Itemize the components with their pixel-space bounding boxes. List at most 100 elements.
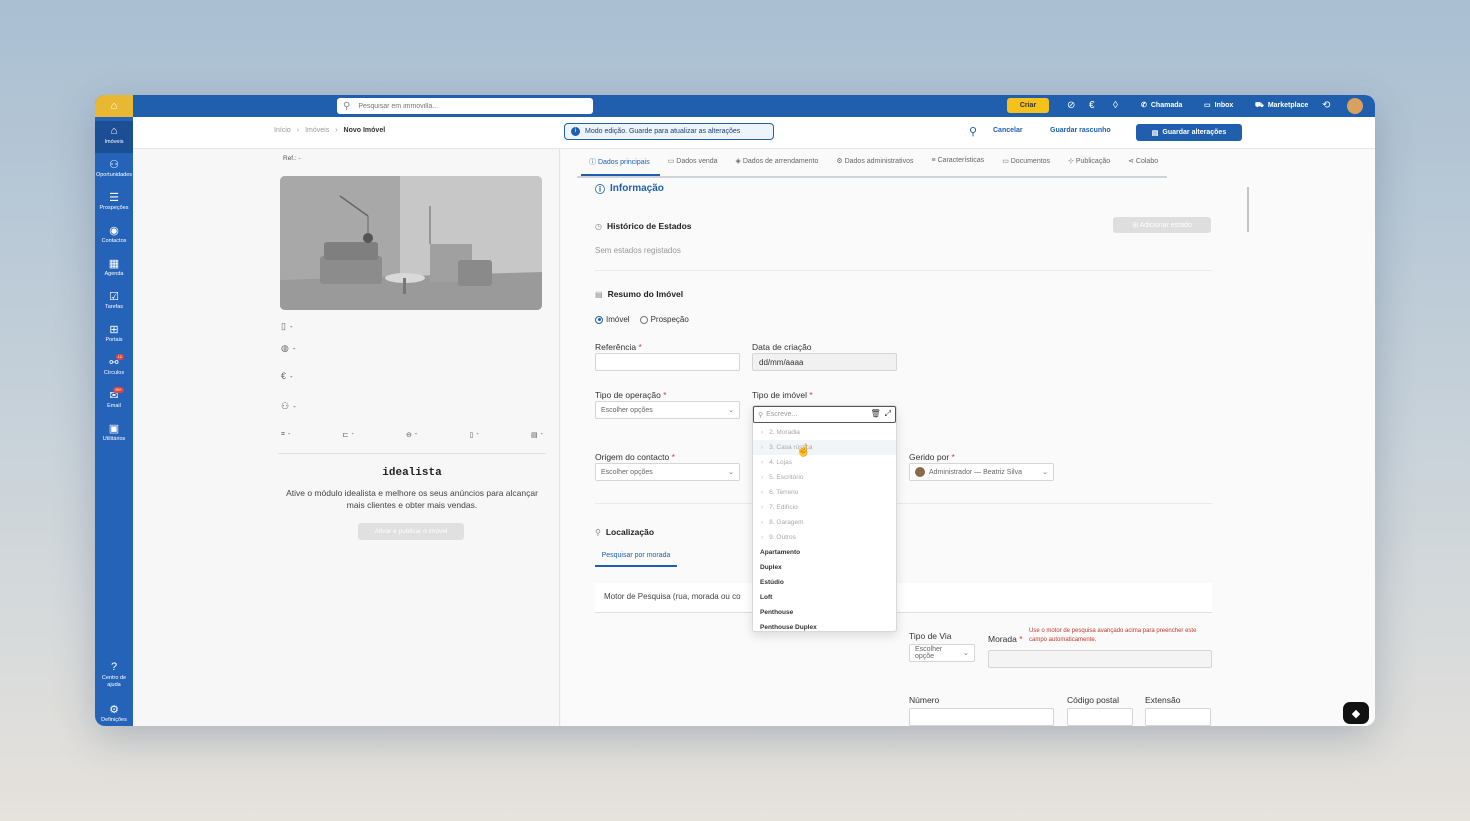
- sidebar-item-tarefas[interactable]: ☑ Tarefas: [95, 286, 133, 318]
- global-search-input[interactable]: [358, 102, 569, 110]
- dropdown-group-terreno[interactable]: › 6. Terreno: [753, 485, 896, 500]
- dropdown-option-loft[interactable]: Loft: [753, 590, 896, 605]
- scrollbar[interactable]: [1247, 187, 1249, 232]
- info-icon: ⓘ: [589, 159, 598, 166]
- user-avatar[interactable]: [1347, 98, 1363, 114]
- morada-input[interactable]: [988, 650, 1212, 668]
- dropdown-option-duplex[interactable]: Duplex: [753, 560, 896, 575]
- save-draft-button[interactable]: Guardar rascunho: [1050, 127, 1111, 134]
- tab-bar: ⓘ Dados principais ▭ Dados venda ◈ Dados…: [581, 149, 1168, 176]
- tab-dados-arrendamento[interactable]: ◈ Dados de arrendamento: [728, 149, 829, 176]
- dropdown-group-garagem[interactable]: › 8. Garagem: [753, 515, 896, 530]
- app-window: ⌂ ⚲ Criar ⊘ € ◊ ✆Chamada ▭Inbox ⛟Marketp…: [95, 95, 1375, 726]
- app-logo-icon[interactable]: ⌂: [95, 95, 133, 117]
- sync-icon[interactable]: ⟲: [1322, 98, 1330, 114]
- chevron-right-icon: ›: [761, 489, 764, 496]
- required-marker: *: [1019, 634, 1023, 644]
- support-chat-button[interactable]: ◆: [1343, 702, 1369, 724]
- expand-icon[interactable]: ⤢: [885, 409, 891, 419]
- origem-contacto-select[interactable]: Escolher opções ⌄: [595, 463, 740, 481]
- marketplace-link[interactable]: ⛟ Marketplace: [1255, 98, 1308, 114]
- euro-icon: €: [281, 371, 287, 381]
- data-criacao-input[interactable]: dd/mm/aaaa: [752, 353, 897, 371]
- top-bar: ⌂ ⚲ Criar ⊘ € ◊ ✆Chamada ▭Inbox ⛟Marketp…: [95, 95, 1375, 117]
- tab-documentos[interactable]: ▭ Documentos: [994, 149, 1060, 176]
- share-icon: ⋖: [1128, 158, 1136, 165]
- breadcrumb-separator: ›: [335, 127, 338, 134]
- tab-dados-administrativos[interactable]: ⚙ Dados administrativos: [828, 149, 923, 176]
- breadcrumb-imoveis[interactable]: Imóveis: [305, 127, 329, 134]
- gerido-por-select[interactable]: Administrador — Beatriz Silva ⌄: [909, 463, 1054, 481]
- breadcrumb-inicio[interactable]: Início: [274, 127, 291, 134]
- eye-off-icon[interactable]: ⊘: [1067, 98, 1075, 114]
- sidebar-item-email[interactable]: ✉ 99+ Email: [95, 385, 133, 417]
- tipo-via-select[interactable]: Escolher opçõe ⌄: [909, 644, 975, 662]
- portal-icon: ⊞: [109, 324, 119, 336]
- tab-search-by-address[interactable]: Pesquisar por morada: [595, 552, 677, 567]
- dropdown-group-escritorio[interactable]: › 5. Escritório: [753, 470, 896, 485]
- radio-imovel-dot[interactable]: [595, 315, 603, 324]
- mouse-pointer-icon: ☝: [796, 443, 811, 457]
- codigo-postal-input[interactable]: [1067, 708, 1133, 726]
- add-state-button[interactable]: ⊞ Adicionar estado: [1113, 217, 1211, 233]
- dropdown-search-input[interactable]: ⚲ Escreve... 🗑 ⤢: [753, 406, 896, 423]
- save-icon: ▤: [1151, 129, 1159, 137]
- tab-colaboradores[interactable]: ⋖ Colabo: [1120, 149, 1168, 176]
- activate-idealista-button[interactable]: Ativar e publicar o imóvel: [358, 523, 464, 540]
- search-icon[interactable]: ⚲: [969, 125, 977, 138]
- dropdown-option-estudio[interactable]: Estúdio: [753, 575, 896, 590]
- dropdown-group-casa-rustica[interactable]: › 3. Casa rústica: [753, 440, 896, 455]
- sidebar-item-settings[interactable]: ⚙ Definições: [95, 699, 133, 726]
- dropdown-option-apartamento[interactable]: Apartamento: [753, 545, 896, 560]
- property-photo[interactable]: [280, 176, 542, 310]
- call-link[interactable]: ✆ Chamada: [1141, 98, 1182, 114]
- tab-caracteristicas[interactable]: ≡ Características: [923, 149, 994, 176]
- tipo-imovel-dropdown[interactable]: ⚲ Escreve... 🗑 ⤢ › 2. Moradia › 3. Casa rú…: [752, 405, 897, 632]
- radio-prospecao[interactable]: Prospeção: [639, 315, 689, 324]
- trash-icon[interactable]: 🗑: [870, 409, 880, 419]
- tipo-operacao-select[interactable]: Escolher opções ⌄: [595, 401, 740, 419]
- referencia-label: Referência *: [595, 342, 642, 352]
- sidebar-item-imoveis[interactable]: ⌂ Imóveis: [95, 121, 133, 153]
- inbox-link[interactable]: ▭ Inbox: [1204, 98, 1233, 114]
- chevron-right-icon: ›: [761, 519, 764, 526]
- chevron-right-icon: ›: [761, 459, 764, 466]
- tab-publicacao[interactable]: ⊹ Publicação: [1060, 149, 1120, 176]
- dropdown-group-moradia[interactable]: › 2. Moradia: [753, 425, 896, 440]
- sidebar-item-portais[interactable]: ⊞ Portais: [95, 319, 133, 351]
- bulb-icon[interactable]: ◊: [1113, 98, 1118, 114]
- create-button[interactable]: Criar: [1007, 98, 1049, 113]
- dropdown-group-edificio[interactable]: › 7. Edifício: [753, 500, 896, 515]
- sidebar-item-agenda[interactable]: ▦ Agenda: [95, 253, 133, 285]
- extensao-label: Extensão: [1145, 695, 1181, 705]
- sidebar-item-oportunidades[interactable]: ⚇ Oportunidades: [95, 154, 133, 186]
- sidebar-item-utilitarios[interactable]: ▣ Utilitários: [95, 418, 133, 450]
- extensao-input[interactable]: [1145, 708, 1211, 726]
- global-search[interactable]: ⚲: [337, 98, 593, 114]
- cancel-button[interactable]: Cancelar: [993, 127, 1023, 134]
- chevron-down-icon: ⌄: [963, 650, 969, 657]
- tab-dados-principais[interactable]: ⓘ Dados principais: [581, 149, 660, 176]
- dropdown-group-lojas[interactable]: › 4. Lojas: [753, 455, 896, 470]
- referencia-input[interactable]: [595, 353, 740, 371]
- folder-icon: ▭: [1002, 158, 1011, 165]
- sidebar-item-help[interactable]: ? Centro de ajuda: [95, 657, 133, 691]
- dropdown-option-penthouse[interactable]: Penthouse: [753, 605, 896, 620]
- dropdown-option-penthouse-duplex[interactable]: Penthouse Duplex: [753, 620, 896, 635]
- euro-icon[interactable]: €: [1089, 98, 1095, 114]
- address-search-input[interactable]: Motor de Pesquisa (rua, morada ou co: [595, 583, 1212, 613]
- radio-prospecao-dot[interactable]: [639, 315, 648, 324]
- info-icon: ⓘ: [595, 185, 605, 196]
- dropdown-group-outros[interactable]: › 9. Outros: [753, 530, 896, 545]
- morada-label: Morada *: [988, 634, 1023, 644]
- sidebar-item-circulos[interactable]: ⚯ 12 Círculos: [95, 352, 133, 384]
- save-changes-button[interactable]: ▤ Guardar alterações: [1136, 124, 1242, 141]
- tab-dados-venda[interactable]: ▭ Dados venda: [660, 149, 728, 176]
- idealista-promo-text: Ative o módulo idealista e melhore os se…: [286, 488, 538, 510]
- numero-input[interactable]: [909, 708, 1054, 726]
- historico-empty: Sem estados registados: [595, 246, 681, 255]
- sidebar-item-contactos[interactable]: ◉ Contactos: [95, 220, 133, 252]
- radio-imovel[interactable]: Imóvel: [595, 315, 630, 324]
- tab-underline-track: [577, 176, 1167, 178]
- sidebar-item-prospecoes[interactable]: ☰ Prospeções: [95, 187, 133, 219]
